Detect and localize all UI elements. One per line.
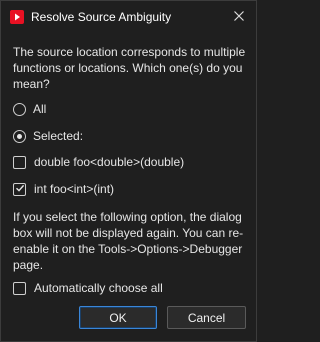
ok-button[interactable]: OK xyxy=(79,306,157,329)
dialog-title: Resolve Source Ambiguity xyxy=(31,10,172,24)
location-label: int foo<int>(int) xyxy=(34,182,115,196)
note-text: If you select the following option, the … xyxy=(13,210,244,272)
title-bar: Resolve Source Ambiguity xyxy=(1,1,256,33)
auto-choose-label: Automatically choose all xyxy=(34,281,163,295)
checkbox-box[interactable] xyxy=(13,155,26,169)
checkbox-double-foo[interactable]: double foo<double>(double) xyxy=(13,154,184,170)
checkbox-box[interactable] xyxy=(13,182,26,196)
cancel-button[interactable]: Cancel xyxy=(167,306,246,329)
close-button[interactable] xyxy=(228,6,250,28)
resolve-source-ambiguity-dialog: Resolve Source Ambiguity The source loca… xyxy=(0,0,257,342)
radio-selected[interactable]: Selected: xyxy=(13,128,83,144)
checkbox-int-foo[interactable]: int foo<int>(int) xyxy=(13,181,114,197)
checkbox-automatically-choose-all[interactable]: Automatically choose all xyxy=(13,280,163,296)
checkbox-box[interactable] xyxy=(13,281,26,295)
close-icon xyxy=(233,10,245,25)
radio-all-label: All xyxy=(33,102,47,116)
radio-circle[interactable] xyxy=(13,102,26,116)
radio-circle[interactable] xyxy=(13,129,26,143)
question-text: The source location corresponds to multi… xyxy=(13,45,246,91)
checkmark-icon xyxy=(15,182,25,196)
location-label: double foo<double>(double) xyxy=(34,155,185,169)
radio-all[interactable]: All xyxy=(13,101,46,117)
radio-selected-label: Selected: xyxy=(33,129,84,143)
visual-studio-icon xyxy=(10,10,24,24)
